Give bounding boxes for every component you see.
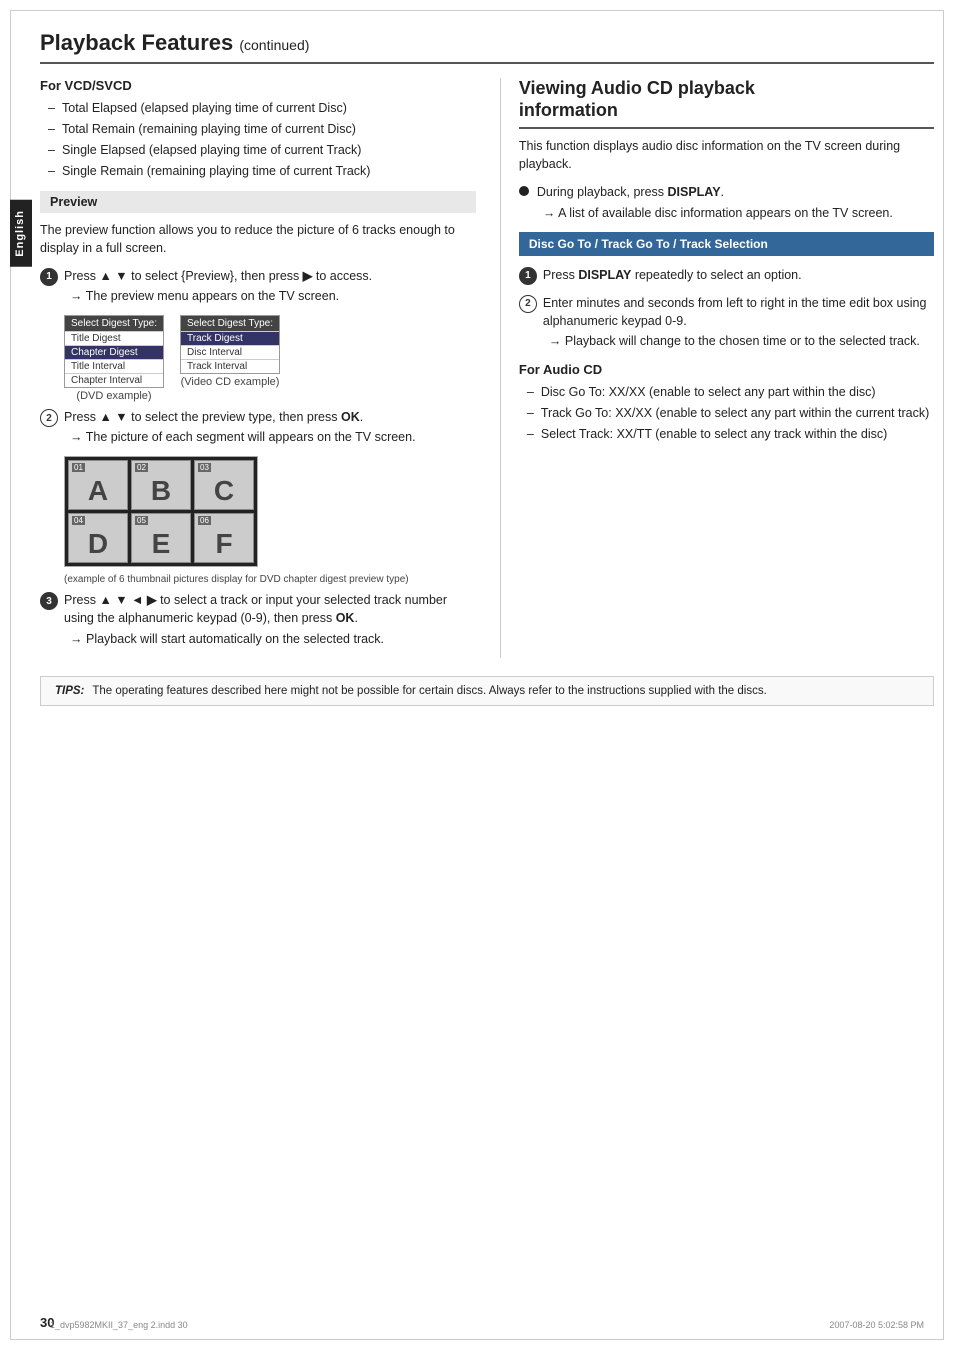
list-item: Single Elapsed (elapsed playing time of … <box>48 141 476 159</box>
thumb-cell-b: 02 B <box>131 460 191 510</box>
thumb-number: 05 <box>135 516 148 525</box>
sidebar-label: English <box>14 210 26 257</box>
thumb-number: 02 <box>135 463 148 472</box>
thumb-letter: B <box>132 477 190 505</box>
thumb-cell-e: 05 E <box>131 513 191 563</box>
page-border <box>10 10 944 1340</box>
thumb-number: 01 <box>72 463 85 472</box>
list-item: Total Elapsed (elapsed playing time of c… <box>48 99 476 117</box>
thumb-cell-d: 04 D <box>68 513 128 563</box>
thumb-letter: F <box>195 530 253 558</box>
list-item: Track Go To: XX/XX (enable to select any… <box>527 404 934 422</box>
thumb-number: 03 <box>198 463 211 472</box>
list-item: Single Remain (remaining playing time of… <box>48 162 476 180</box>
thumb-letter: A <box>69 477 127 505</box>
list-item: Total Remain (remaining playing time of … <box>48 120 476 138</box>
thumb-cell-f: 06 F <box>194 513 254 563</box>
thumb-letter: E <box>132 530 190 558</box>
thumb-letter: C <box>195 477 253 505</box>
thumb-letter: D <box>69 530 127 558</box>
sidebar-tab: English <box>10 200 32 267</box>
thumb-number: 06 <box>198 516 211 525</box>
list-item: Disc Go To: XX/XX (enable to select any … <box>527 383 934 401</box>
audio-cd-list: Disc Go To: XX/XX (enable to select any … <box>519 383 934 443</box>
list-item: Select Track: XX/TT (enable to select an… <box>527 425 934 443</box>
thumb-cell-c: 03 C <box>194 460 254 510</box>
footer-date: 2007-08-20 5:02:58 PM <box>829 1320 924 1330</box>
footer-file: 1_dvp5982MKII_37_eng 2.indd 30 <box>50 1320 188 1330</box>
thumb-cell-a: 01 A <box>68 460 128 510</box>
thumb-number: 04 <box>72 516 85 525</box>
